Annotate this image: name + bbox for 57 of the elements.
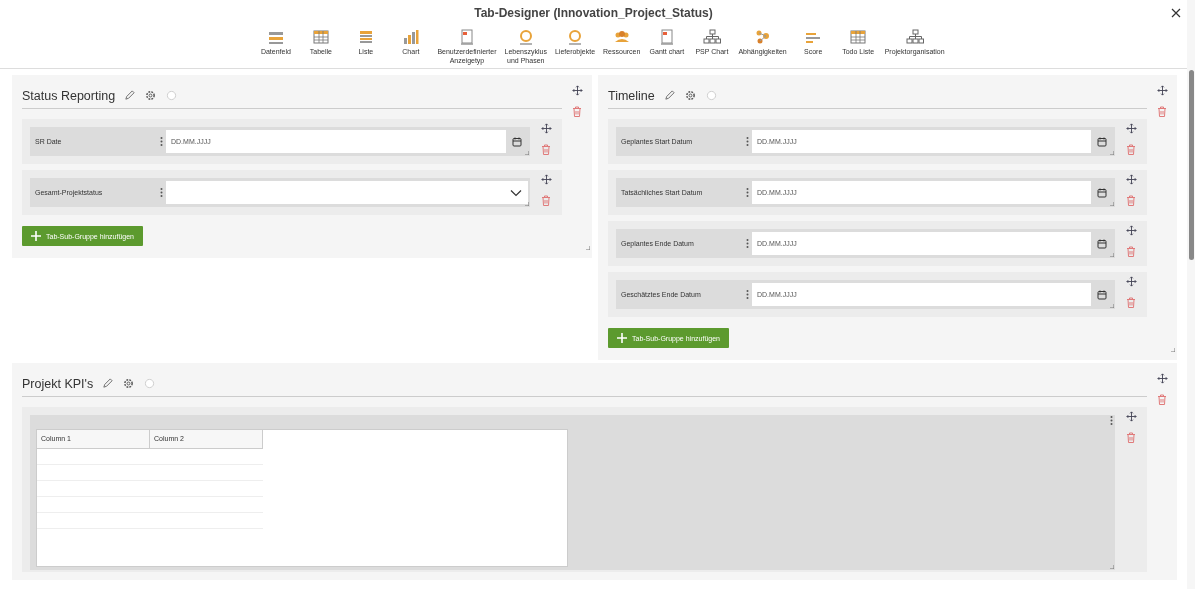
chevron-down-icon[interactable]	[510, 188, 522, 197]
scrollbar-thumb[interactable]	[1188, 70, 1194, 260]
table-icon[interactable]	[311, 28, 330, 45]
table-icon[interactable]	[849, 28, 868, 45]
move-icon[interactable]	[1125, 411, 1137, 422]
pencil-icon[interactable]	[124, 90, 136, 101]
trash-icon[interactable]	[1126, 195, 1136, 206]
ring-icon[interactable]	[566, 28, 584, 45]
window-title: Tab-Designer (Innovation_Project_Status)	[474, 6, 713, 20]
select-field[interactable]	[166, 181, 528, 204]
calendar-icon[interactable]	[1096, 289, 1107, 300]
org-chart-icon[interactable]	[905, 28, 924, 45]
trash-icon[interactable]	[1157, 106, 1167, 117]
trash-icon[interactable]	[541, 195, 551, 206]
settings-icon[interactable]	[123, 378, 135, 389]
move-icon[interactable]	[1125, 174, 1137, 185]
trash-icon[interactable]	[1157, 394, 1167, 405]
trash-icon[interactable]	[1126, 297, 1136, 308]
resize-handle-icon[interactable]	[1110, 304, 1114, 308]
move-icon[interactable]	[571, 85, 583, 96]
bar-chart-icon[interactable]	[401, 28, 420, 45]
plus-icon	[617, 333, 627, 343]
resize-handle-icon[interactable]	[525, 151, 529, 155]
resize-handle-icon[interactable]	[1110, 151, 1114, 155]
plus-icon	[31, 231, 41, 241]
close-icon[interactable]	[1171, 8, 1181, 18]
move-icon[interactable]	[1125, 225, 1137, 236]
move-icon[interactable]	[1156, 85, 1168, 96]
panel-title: Timeline	[608, 88, 655, 103]
trash-icon[interactable]	[541, 144, 551, 155]
trash-icon[interactable]	[1126, 246, 1136, 257]
calendar-icon[interactable]	[1096, 238, 1107, 249]
org-chart-icon[interactable]	[702, 28, 721, 45]
move-icon[interactable]	[1125, 123, 1137, 134]
move-icon[interactable]	[1125, 276, 1137, 287]
move-icon[interactable]	[1156, 373, 1168, 384]
kebab-menu-icon[interactable]	[1110, 415, 1113, 426]
calendar-icon[interactable]	[1096, 187, 1107, 198]
resize-handle-icon[interactable]	[525, 202, 529, 206]
settings-icon[interactable]	[145, 90, 157, 101]
pencil-icon[interactable]	[663, 90, 675, 101]
resize-handle-icon[interactable]	[1110, 565, 1114, 569]
resize-handle-icon[interactable]	[1171, 348, 1175, 352]
resize-handle-icon[interactable]	[586, 246, 590, 250]
calendar-icon[interactable]	[511, 136, 522, 147]
panel-title: Projekt KPI's	[22, 376, 94, 391]
trash-icon[interactable]	[1126, 432, 1136, 443]
move-icon[interactable]	[540, 123, 552, 134]
resize-handle-icon[interactable]	[1110, 253, 1114, 257]
trash-icon[interactable]	[572, 106, 582, 117]
resize-handle-icon[interactable]	[1110, 202, 1114, 206]
settings-icon[interactable]	[684, 90, 696, 101]
panel-title: Status Reporting	[22, 88, 116, 103]
calendar-icon[interactable]	[1096, 136, 1107, 147]
trash-icon[interactable]	[1126, 144, 1136, 155]
move-icon[interactable]	[540, 174, 552, 185]
pencil-icon[interactable]	[102, 378, 114, 389]
